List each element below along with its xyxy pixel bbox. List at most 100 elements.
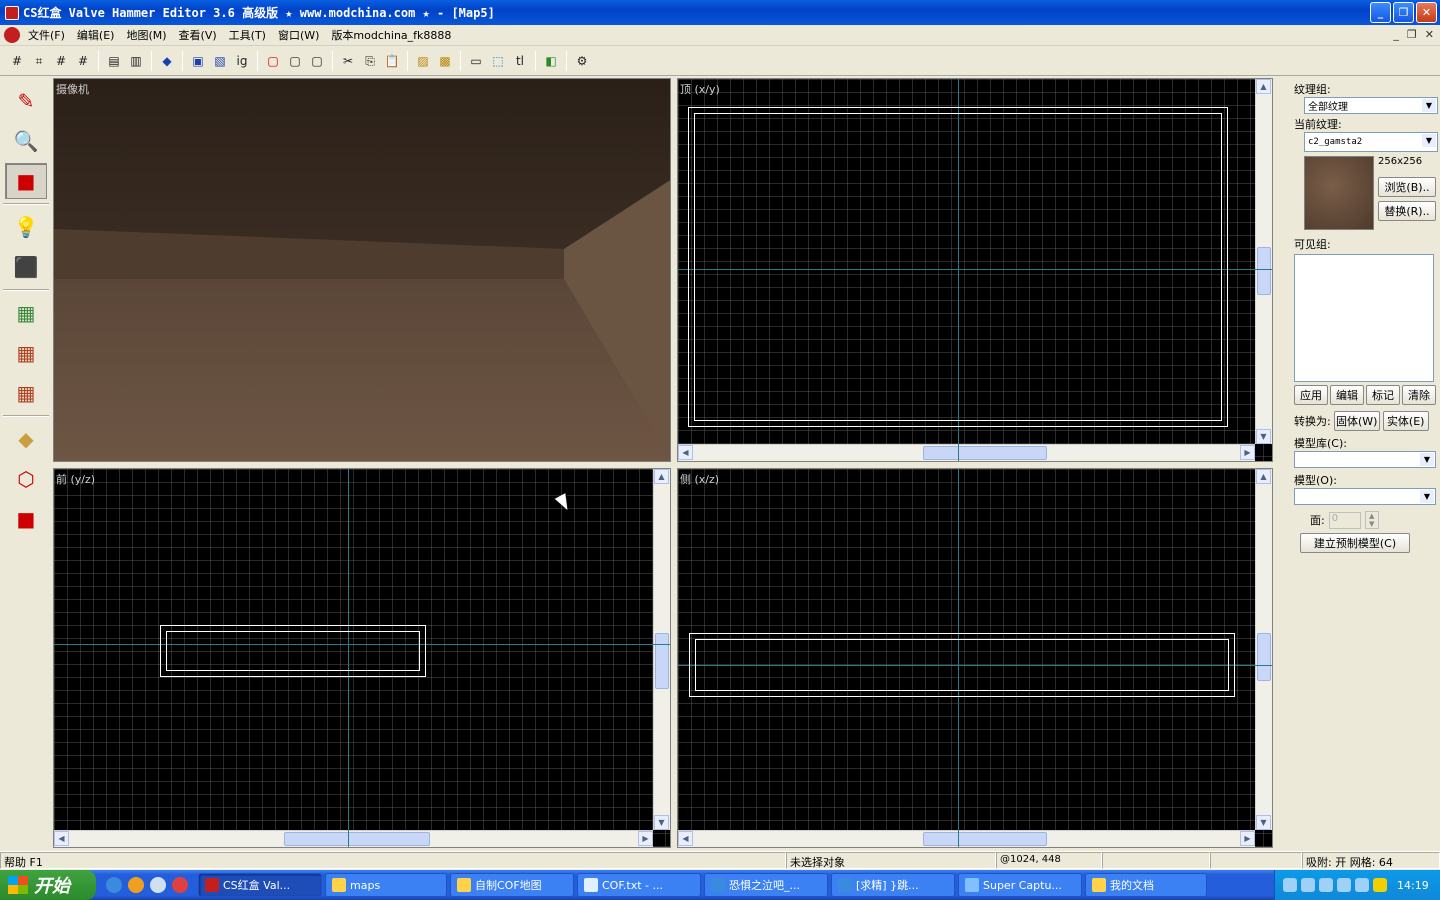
menu-tools[interactable]: 工具(T) <box>223 27 272 43</box>
block-tool-icon[interactable]: ⬛ <box>5 249 47 285</box>
show-all-icon[interactable]: ▩ <box>435 51 455 71</box>
texture-group-select[interactable]: 全部纹理 ▼ <box>1304 97 1438 114</box>
tray-icon[interactable] <box>1355 878 1369 892</box>
top-view-vscroll[interactable]: ▲ ▼ <box>1255 79 1272 444</box>
edit-button[interactable]: 编辑 <box>1330 385 1364 405</box>
clear-button[interactable]: 清除 <box>1402 385 1436 405</box>
menu-map[interactable]: 地图(M) <box>120 27 172 43</box>
carve-icon[interactable]: ◆ <box>157 51 177 71</box>
camera-tool-icon[interactable]: ■ <box>5 163 47 199</box>
menu-edit[interactable]: 编辑(E) <box>71 27 121 43</box>
minimize-button[interactable]: _ <box>1370 2 1391 23</box>
document-system-icon[interactable] <box>4 27 20 43</box>
ignore-group-icon[interactable]: ig <box>232 51 252 71</box>
task-documents[interactable]: 我的文档 <box>1085 873 1207 897</box>
front-view[interactable]: 前 (y/z) ▲ ▼ ◀ ▶ <box>53 468 671 848</box>
ceiling <box>54 79 670 249</box>
create-prefab-button[interactable]: 建立预制模型(C) <box>1300 533 1410 553</box>
prefab-lib-label: 模型库(C): <box>1294 437 1347 450</box>
camera-view[interactable]: 摄像机 <box>53 78 671 462</box>
task-hammer[interactable]: CS红盒 Val... <box>198 873 322 897</box>
show-icon[interactable]: ▧ <box>210 51 230 71</box>
menu-version[interactable]: 版本modchina_fk8888 <box>325 27 457 43</box>
task-forum[interactable]: 恐惧之泣吧_... <box>704 873 828 897</box>
top-view[interactable]: 顶 (x/y) ▲ ▼ ◀ ▶ <box>677 78 1273 462</box>
decal-icon[interactable]: ▢ <box>307 51 327 71</box>
texture-size: 256x256 <box>1378 156 1423 167</box>
tray-icon[interactable] <box>1373 878 1387 892</box>
tray-icon[interactable] <box>1337 878 1351 892</box>
prefab-lib-select[interactable]: ▼ <box>1294 451 1436 468</box>
task-capture[interactable]: Super Captu... <box>958 873 1082 897</box>
menu-window[interactable]: 窗口(W) <box>272 27 325 43</box>
grid-3d-icon[interactable]: ⌗ <box>29 51 49 71</box>
apply-texture-icon[interactable]: ▦ <box>5 335 47 371</box>
side-view-hscroll[interactable]: ◀ ▶ <box>678 830 1255 847</box>
group-icon[interactable]: ▤ <box>104 51 124 71</box>
tl-icon[interactable]: tl <box>510 51 530 71</box>
task-request[interactable]: [求精] }跳... <box>831 873 955 897</box>
tray-icon[interactable] <box>1301 878 1315 892</box>
apply-button[interactable]: 应用 <box>1294 385 1328 405</box>
ungroup-icon[interactable]: ▥ <box>126 51 146 71</box>
mdi-close-icon[interactable]: ✕ <box>1425 28 1434 41</box>
start-button[interactable]: 开始 <box>0 870 96 900</box>
grid-toggle-icon[interactable]: # <box>7 51 27 71</box>
select-icon[interactable]: ⬚ <box>488 51 508 71</box>
browse-button[interactable]: 浏览(B).. <box>1378 177 1436 197</box>
front-view-hscroll[interactable]: ◀ ▶ <box>54 830 653 847</box>
close-button[interactable]: ✕ <box>1416 2 1437 23</box>
mark-button[interactable]: 标记 <box>1366 385 1400 405</box>
tray-icon[interactable] <box>1283 878 1297 892</box>
cut-icon[interactable]: ✂ <box>338 51 358 71</box>
prefab-select[interactable]: ▼ <box>1294 488 1436 505</box>
mdi-minimize-icon[interactable]: _ <box>1393 28 1399 41</box>
options-icon[interactable]: ⚙ <box>572 51 592 71</box>
side-view[interactable]: 侧 (x/z) ▲ ▼ ◀ ▶ <box>677 468 1273 848</box>
grid-larger-icon[interactable]: # <box>73 51 93 71</box>
grid-smaller-icon[interactable]: # <box>51 51 71 71</box>
side-view-vscroll[interactable]: ▲ ▼ <box>1255 469 1272 830</box>
to-solid-button[interactable]: 固体(W) <box>1333 411 1380 431</box>
selection-tool-icon[interactable]: ✎ <box>5 83 47 119</box>
firefox-icon[interactable] <box>128 877 144 893</box>
visgroups-list[interactable] <box>1294 254 1434 382</box>
menu-view[interactable]: 查看(V) <box>173 27 223 43</box>
hide-selection-icon[interactable]: ▨ <box>413 51 433 71</box>
chevron-down-icon: ▼ <box>1420 453 1434 466</box>
task-cof-maps[interactable]: 自制COF地图 <box>450 873 574 897</box>
bounding-icon[interactable]: ▭ <box>466 51 486 71</box>
mdi-restore-icon[interactable]: ❐ <box>1407 28 1417 41</box>
ie-icon[interactable] <box>106 877 122 893</box>
status-bar: 帮助 F1 未选择对象 @1024, 448 吸附: 开 网格: 64 <box>0 851 1440 869</box>
path-tool-icon[interactable]: ■ <box>5 501 47 537</box>
texture-tool-icon[interactable]: ▦ <box>5 295 47 331</box>
current-texture-select[interactable]: c2_gamsta2 ▼ <box>1304 132 1438 152</box>
vertex-tool-icon[interactable]: ⬡ <box>5 461 47 497</box>
clock[interactable]: 14:19 <box>1397 879 1429 892</box>
faces-spinner[interactable]: ▲ ▼ <box>1364 511 1379 529</box>
copy-icon[interactable]: ⎘ <box>360 51 380 71</box>
tray-icon[interactable] <box>1319 878 1333 892</box>
menu-file[interactable]: 文件(F) <box>22 27 71 43</box>
app-icon[interactable] <box>172 877 188 893</box>
restore-button[interactable]: ❐ <box>1393 2 1414 23</box>
faces-input[interactable]: 0 <box>1328 511 1361 529</box>
run-map-icon[interactable]: ◧ <box>541 51 561 71</box>
texture-app-icon[interactable]: ▢ <box>285 51 305 71</box>
paste-icon[interactable]: 📋 <box>382 51 402 71</box>
task-cof-txt[interactable]: COF.txt - ... <box>577 873 701 897</box>
browser-icon[interactable] <box>150 877 166 893</box>
replace-button[interactable]: 替换(R).. <box>1378 201 1436 221</box>
to-entity-button[interactable]: 实体(E) <box>1382 411 1429 431</box>
magnify-tool-icon[interactable]: 🔍 <box>5 123 47 159</box>
clip-tool-icon[interactable]: ◆ <box>5 421 47 457</box>
task-maps[interactable]: maps <box>325 873 447 897</box>
texture-lock-icon[interactable]: ▢ <box>263 51 283 71</box>
front-view-vscroll[interactable]: ▲ ▼ <box>653 469 670 830</box>
task-label: CS红盒 Val... <box>223 879 291 892</box>
top-view-hscroll[interactable]: ◀ ▶ <box>678 444 1255 461</box>
entity-tool-icon[interactable]: 💡 <box>5 209 47 245</box>
hide-icon[interactable]: ▣ <box>188 51 208 71</box>
decal-tool-icon[interactable]: ▦ <box>5 375 47 411</box>
